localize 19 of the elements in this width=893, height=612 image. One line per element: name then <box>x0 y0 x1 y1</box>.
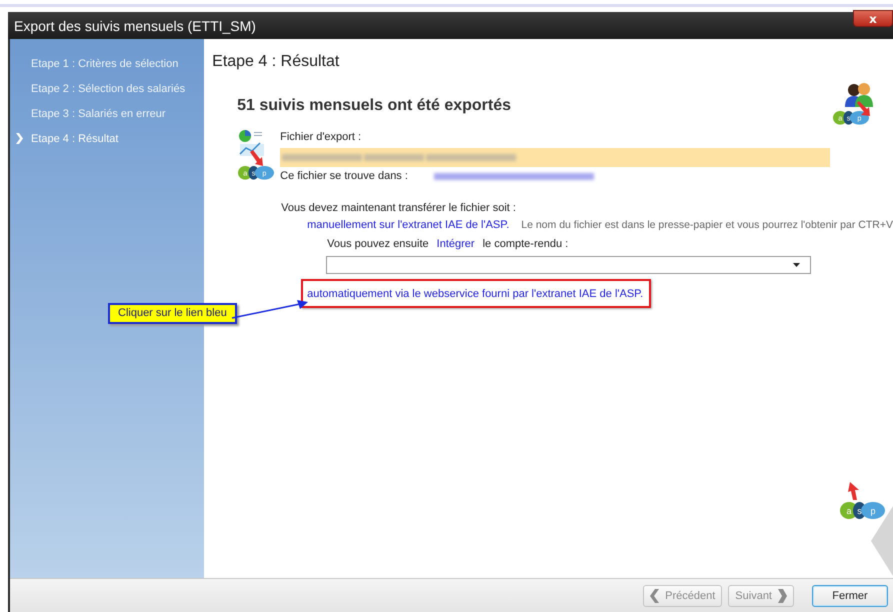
then-label: Vous pouvez ensuite <box>327 238 429 250</box>
location-label: Ce fichier se trouve dans : <box>280 170 408 182</box>
integrate-link[interactable]: Intégrer <box>436 238 475 250</box>
clipboard-note: Le nom du fichier est dans le presse-papier et vous pourrez l'obtenir par CTR+V <box>521 219 893 231</box>
close-dialog-button[interactable]: Fermer <box>812 584 888 606</box>
close-button[interactable]: x <box>853 10 893 27</box>
step-item[interactable]: Etape 3 : Salariés en erreur <box>10 101 204 126</box>
callout-note: Cliquer sur le lien bleu <box>108 303 237 324</box>
report-label: le compte-rendu : <box>482 238 568 250</box>
step-item[interactable]: Etape 1 : Critères de sélection <box>10 51 204 76</box>
page-title: Etape 4 : Résultat <box>212 53 340 71</box>
result-heading: 51 suivis mensuels ont été exportés <box>237 97 512 115</box>
export-file-label: Fichier d'export : <box>280 131 362 143</box>
manual-link[interactable]: manuellement sur l'extranet IAE de l'ASP. <box>307 219 510 231</box>
step-item[interactable]: Etape 4 : Résultat <box>10 126 204 151</box>
asp-logo: a s p <box>840 502 885 519</box>
transfer-instruction: Vous devez maintenant transférer le fichier soit : <box>281 202 516 214</box>
window-title: Export des suivis mensuels (ETTI_SM) <box>14 18 256 34</box>
step-item[interactable]: Etape 2 : Sélection des salariés <box>10 76 204 101</box>
